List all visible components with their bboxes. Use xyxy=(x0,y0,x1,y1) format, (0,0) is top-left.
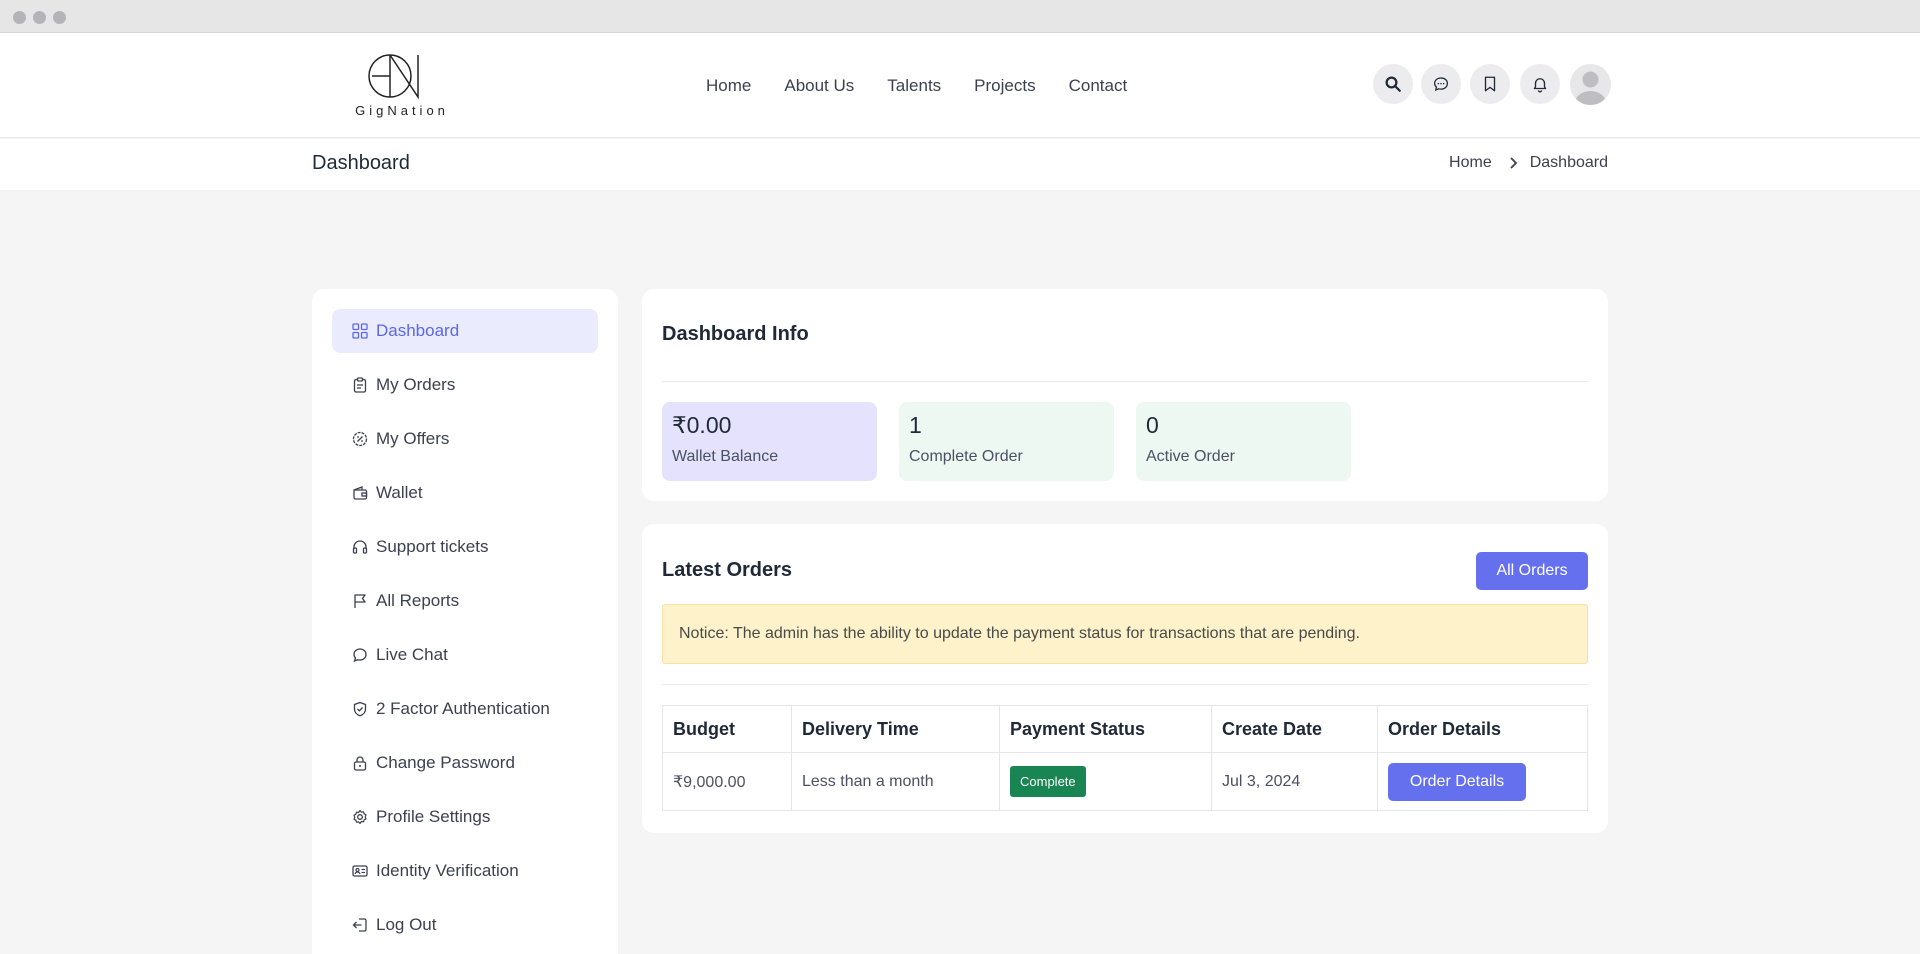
user-avatar[interactable] xyxy=(1570,64,1611,105)
breadcrumb-home[interactable]: Home xyxy=(1449,154,1492,172)
cell-create-date: Jul 3, 2024 xyxy=(1211,752,1378,811)
stat-active-order: 0 Active Order xyxy=(1136,402,1351,481)
avatar-placeholder-icon xyxy=(1575,71,1606,105)
logout-icon xyxy=(352,918,367,932)
sidebar-item-support-tickets[interactable]: Support tickets xyxy=(332,525,598,569)
all-orders-button[interactable]: All Orders xyxy=(1476,552,1588,590)
sidebar-item-label: My Offers xyxy=(376,429,450,448)
notifications-button[interactable] xyxy=(1520,64,1560,104)
stat-value: ₹0.00 xyxy=(672,412,732,438)
sidebar-item-dashboard[interactable]: Dashboard xyxy=(332,309,598,353)
cell-payment-status: Complete xyxy=(999,752,1212,811)
badge-percent-icon xyxy=(352,431,368,447)
sidebar-item-all-reports[interactable]: All Reports xyxy=(332,579,598,623)
sidebar-item-my-orders[interactable]: My Orders xyxy=(332,363,598,407)
sidebar-item-label: My Orders xyxy=(376,375,456,394)
table-row: ₹9,000.00 Less than a month Complete Jul… xyxy=(662,752,1588,811)
nav-contact[interactable]: Contact xyxy=(1069,76,1128,96)
window-maximize-dot[interactable] xyxy=(53,11,66,24)
orders-table: Budget Delivery Time Payment Status Crea… xyxy=(662,705,1588,811)
divider xyxy=(662,381,1588,382)
divider xyxy=(662,684,1588,685)
grid-icon xyxy=(352,323,368,339)
cell-order-details: Order Details xyxy=(1377,752,1588,811)
bookmarks-button[interactable] xyxy=(1470,64,1510,104)
sidebar-item-label: Live Chat xyxy=(376,645,448,664)
latest-orders-card: Latest Orders All Orders Notice: The adm… xyxy=(642,524,1608,833)
sidebar-item-live-chat[interactable]: Live Chat xyxy=(332,633,598,677)
window-titlebar xyxy=(0,0,1920,33)
column-header-create-date: Create Date xyxy=(1211,705,1378,753)
sidebar-item-2fa[interactable]: 2 Factor Authentication xyxy=(332,687,598,731)
status-badge: Complete xyxy=(1010,766,1086,797)
search-button[interactable] xyxy=(1373,64,1413,104)
gear-icon xyxy=(353,809,367,825)
bookmark-icon xyxy=(1484,76,1496,92)
logo-text: GigNation xyxy=(355,103,449,118)
logo-mark-icon xyxy=(368,54,419,100)
sidebar-item-label: Identity Verification xyxy=(376,861,519,880)
messages-button[interactable] xyxy=(1421,64,1461,104)
breadcrumb: Home Dashboard xyxy=(1449,154,1608,172)
page-title-bar: Dashboard Home Dashboard xyxy=(0,139,1920,190)
flag-icon xyxy=(354,594,366,608)
lock-icon xyxy=(353,756,367,771)
dashboard-info-card: Dashboard Info ₹0.00 Wallet Balance 1 Co… xyxy=(642,289,1608,501)
clipboard-icon xyxy=(353,377,367,393)
stat-value: 1 xyxy=(909,412,922,438)
sidebar-item-label: 2 Factor Authentication xyxy=(376,699,550,718)
sidebar-item-change-password[interactable]: Change Password xyxy=(332,741,598,785)
logo[interactable]: GigNation xyxy=(352,51,452,119)
stat-label: Active Order xyxy=(1146,448,1235,465)
stat-complete-order: 1 Complete Order xyxy=(899,402,1114,481)
chat-icon xyxy=(1433,77,1449,92)
sidebar-item-log-out[interactable]: Log Out xyxy=(332,903,598,947)
sidebar-item-label: Wallet xyxy=(376,483,423,502)
column-header-order-details: Order Details xyxy=(1377,705,1588,753)
sidebar-item-label: Change Password xyxy=(376,753,515,772)
nav-projects[interactable]: Projects xyxy=(974,76,1035,96)
dashboard-info-title: Dashboard Info xyxy=(662,323,809,345)
sidebar-item-label: All Reports xyxy=(376,591,460,610)
column-header-payment-status: Payment Status xyxy=(999,705,1212,753)
column-header-budget: Budget xyxy=(662,705,792,753)
main-nav: Home About Us Talents Projects Contact xyxy=(706,33,1160,138)
stat-wallet-balance: ₹0.00 Wallet Balance xyxy=(662,402,877,481)
window-minimize-dot[interactable] xyxy=(33,11,46,24)
breadcrumb-current: Dashboard xyxy=(1529,154,1608,171)
stat-value: 0 xyxy=(1146,412,1159,438)
sidebar-item-label: Profile Settings xyxy=(376,807,491,826)
sidebar-item-label: Log Out xyxy=(376,915,437,934)
sidebar-item-label: Dashboard xyxy=(376,321,460,340)
chat-bubble-icon xyxy=(353,648,367,663)
column-header-delivery-time: Delivery Time xyxy=(791,705,1000,753)
wallet-icon xyxy=(353,486,368,500)
nav-about-us[interactable]: About Us xyxy=(784,76,854,96)
sidebar-item-label: Support tickets xyxy=(376,537,489,556)
sidebar-item-wallet[interactable]: Wallet xyxy=(332,471,598,515)
page-title: Dashboard xyxy=(312,152,410,174)
sidebar-item-my-offers[interactable]: My Offers xyxy=(332,417,598,461)
shield-check-icon xyxy=(353,701,367,717)
cell-budget: ₹9,000.00 xyxy=(662,752,792,811)
dashboard-sidebar: Dashboard My Orders My Offers Wallet Sup… xyxy=(312,289,618,954)
sidebar-item-profile-settings[interactable]: Profile Settings xyxy=(332,795,598,839)
cell-delivery-time: Less than a month xyxy=(791,752,1000,811)
headphones-icon xyxy=(352,540,368,554)
nav-talents[interactable]: Talents xyxy=(887,76,941,96)
payment-notice: Notice: The admin has the ability to upd… xyxy=(662,604,1588,664)
bell-icon xyxy=(1533,78,1547,93)
sidebar-item-identity-verification[interactable]: Identity Verification xyxy=(332,849,598,893)
stat-label: Wallet Balance xyxy=(672,448,779,465)
search-icon xyxy=(1385,76,1401,92)
site-header: GigNation Home About Us Talents Projects… xyxy=(0,33,1920,138)
id-card-icon xyxy=(352,865,368,877)
table-header-row: Budget Delivery Time Payment Status Crea… xyxy=(662,705,1588,753)
nav-home[interactable]: Home xyxy=(706,76,751,96)
latest-orders-title: Latest Orders xyxy=(662,559,793,581)
stat-label: Complete Order xyxy=(909,448,1023,465)
chevron-right-icon xyxy=(1508,157,1518,169)
window-close-dot[interactable] xyxy=(13,11,26,24)
order-details-button[interactable]: Order Details xyxy=(1388,762,1526,801)
